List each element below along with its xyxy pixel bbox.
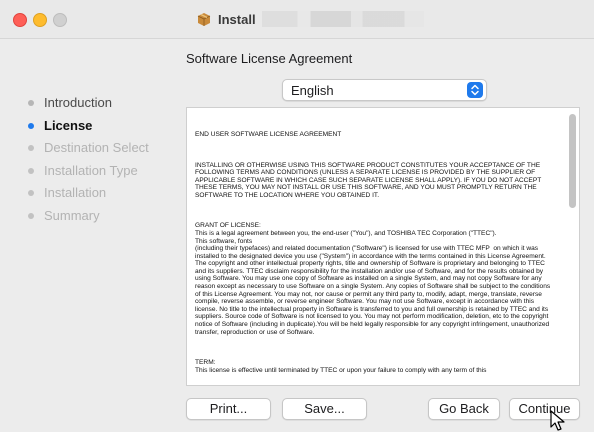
step-label: Installation Type [44, 162, 138, 178]
language-select-value: English [291, 83, 334, 98]
installer-package-icon [197, 13, 211, 26]
vertical-scrollbar[interactable] [569, 114, 576, 378]
sidebar-step-license: License [25, 115, 175, 138]
mouse-pointer-icon [550, 410, 565, 431]
step-sidebar: Introduction License Destination Select … [25, 92, 175, 227]
installer-window: Install Software License Agreement Intro… [0, 0, 594, 432]
step-bullet-icon [28, 145, 34, 151]
step-label: Destination Select [44, 140, 149, 155]
close-button[interactable] [13, 13, 27, 27]
window-title-text: Install [218, 11, 256, 27]
step-bullet-icon [28, 190, 34, 196]
step-bullet-icon [28, 212, 34, 219]
sidebar-step-installation: Installation [25, 182, 175, 205]
continue-button[interactable]: Continue [509, 398, 580, 420]
window-title: Install [196, 10, 424, 28]
step-bullet-icon [28, 100, 34, 106]
language-select[interactable]: English [282, 79, 487, 101]
sidebar-step-installation-type: Installation Type [25, 160, 175, 183]
step-label: Introduction [44, 95, 112, 110]
scrollbar-thumb[interactable] [569, 114, 576, 208]
step-bullet-icon [28, 167, 34, 174]
license-paragraph: TERM: This license is effective until te… [195, 359, 487, 374]
print-button[interactable]: Print... [186, 398, 271, 420]
license-paragraph: INSTALLING OR OTHERWISE USING THIS SOFTW… [195, 161, 543, 199]
go-back-button[interactable]: Go Back [428, 398, 500, 420]
step-label: License [44, 117, 93, 133]
license-text-area[interactable]: END USER SOFTWARE LICENSE AGREEMENT INST… [186, 107, 580, 386]
zoom-button[interactable] [53, 13, 67, 27]
license-paragraph: GRANT OF LICENSE: This is a legal agreem… [195, 222, 551, 336]
title-redacted-region [261, 11, 424, 27]
minimize-button[interactable] [33, 13, 47, 27]
sidebar-step-summary: Summary [25, 205, 175, 228]
chevron-up-down-icon [467, 82, 483, 98]
page-title: Software License Agreement [186, 51, 353, 66]
title-bar[interactable]: Install [0, 0, 594, 39]
step-label: Summary [44, 207, 100, 223]
step-bullet-icon [28, 122, 34, 129]
license-heading: END USER SOFTWARE LICENSE AGREEMENT [195, 131, 342, 139]
step-label: Installation [44, 185, 107, 200]
sidebar-step-destination-select: Destination Select [25, 137, 175, 160]
save-button[interactable]: Save... [282, 398, 367, 420]
license-text: END USER SOFTWARE LICENSE AGREEMENT INST… [195, 116, 553, 385]
sidebar-step-introduction: Introduction [25, 92, 175, 115]
